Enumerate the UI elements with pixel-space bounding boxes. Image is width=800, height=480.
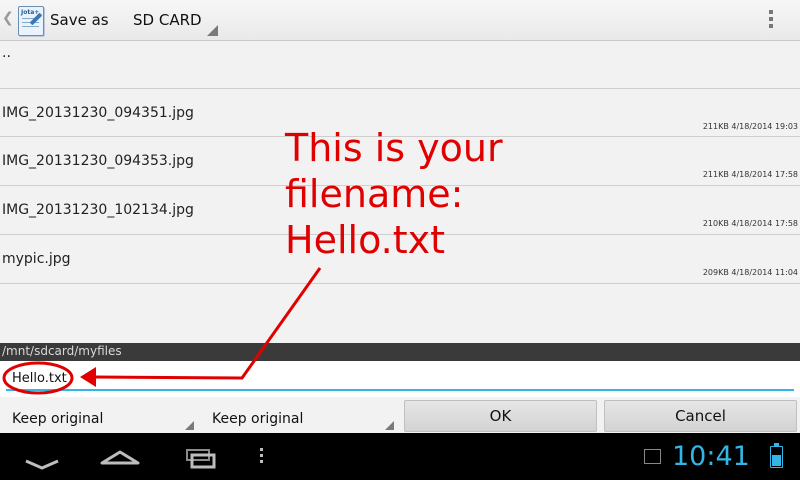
file-meta: 210KB 4/18/2014 17:58 <box>702 219 798 228</box>
list-item-parent-dir[interactable]: .. <box>0 41 800 89</box>
back-icon[interactable] <box>12 441 72 471</box>
dropdown-arrow-icon <box>185 421 194 430</box>
filename-area <box>0 361 800 397</box>
clock[interactable]: 10:41 <box>672 441 750 472</box>
recent-apps-icon[interactable] <box>172 441 232 471</box>
cancel-button[interactable]: Cancel <box>604 400 797 432</box>
save-as-screen: ❮ Jota+ Save as SD CARD .. IMG_20131230_… <box>0 0 800 480</box>
file-name: IMG_20131230_094353.jpg <box>2 153 194 169</box>
current-path: /mnt/sdcard/myfiles <box>2 344 122 358</box>
file-name: IMG_20131230_102134.jpg <box>2 202 194 218</box>
charset-select[interactable]: Keep original <box>0 405 196 433</box>
save-options-bar: Keep original Keep original OK Cancel <box>0 397 800 433</box>
file-name: IMG_20131230_094351.jpg <box>2 105 194 121</box>
action-bar: ❮ Jota+ Save as SD CARD <box>0 0 800 41</box>
annotation-text: This is your filename: Hello.txt <box>285 126 503 262</box>
file-meta: 211KB 4/18/2014 19:03 <box>702 122 798 131</box>
filename-input[interactable] <box>6 367 794 391</box>
current-path-bar: /mnt/sdcard/myfiles <box>0 343 800 361</box>
system-navigation-bar: 10:41 <box>0 433 800 480</box>
more-icon[interactable] <box>238 441 298 471</box>
spinner-arrow-icon[interactable] <box>207 25 218 36</box>
file-meta: 211KB 4/18/2014 17:58 <box>702 170 798 179</box>
up-chevron-icon[interactable]: ❮ <box>2 10 14 26</box>
charset-select-label: Keep original <box>12 411 104 427</box>
battery-icon <box>770 443 783 468</box>
linebreak-select[interactable]: Keep original <box>200 405 396 433</box>
home-icon[interactable] <box>90 441 150 471</box>
file-meta: 209KB 4/18/2014 11:04 <box>702 268 798 277</box>
image-notification-icon[interactable] <box>644 449 661 464</box>
ok-button[interactable]: OK <box>404 400 597 432</box>
overflow-menu-icon[interactable] <box>766 10 776 32</box>
file-name: mypic.jpg <box>2 251 71 267</box>
screen-title: Save as <box>50 11 109 29</box>
dropdown-arrow-icon <box>385 421 394 430</box>
location-spinner[interactable]: SD CARD <box>133 11 202 29</box>
file-name: .. <box>2 45 11 61</box>
linebreak-select-label: Keep original <box>212 411 304 427</box>
app-icon[interactable]: Jota+ <box>18 6 44 36</box>
